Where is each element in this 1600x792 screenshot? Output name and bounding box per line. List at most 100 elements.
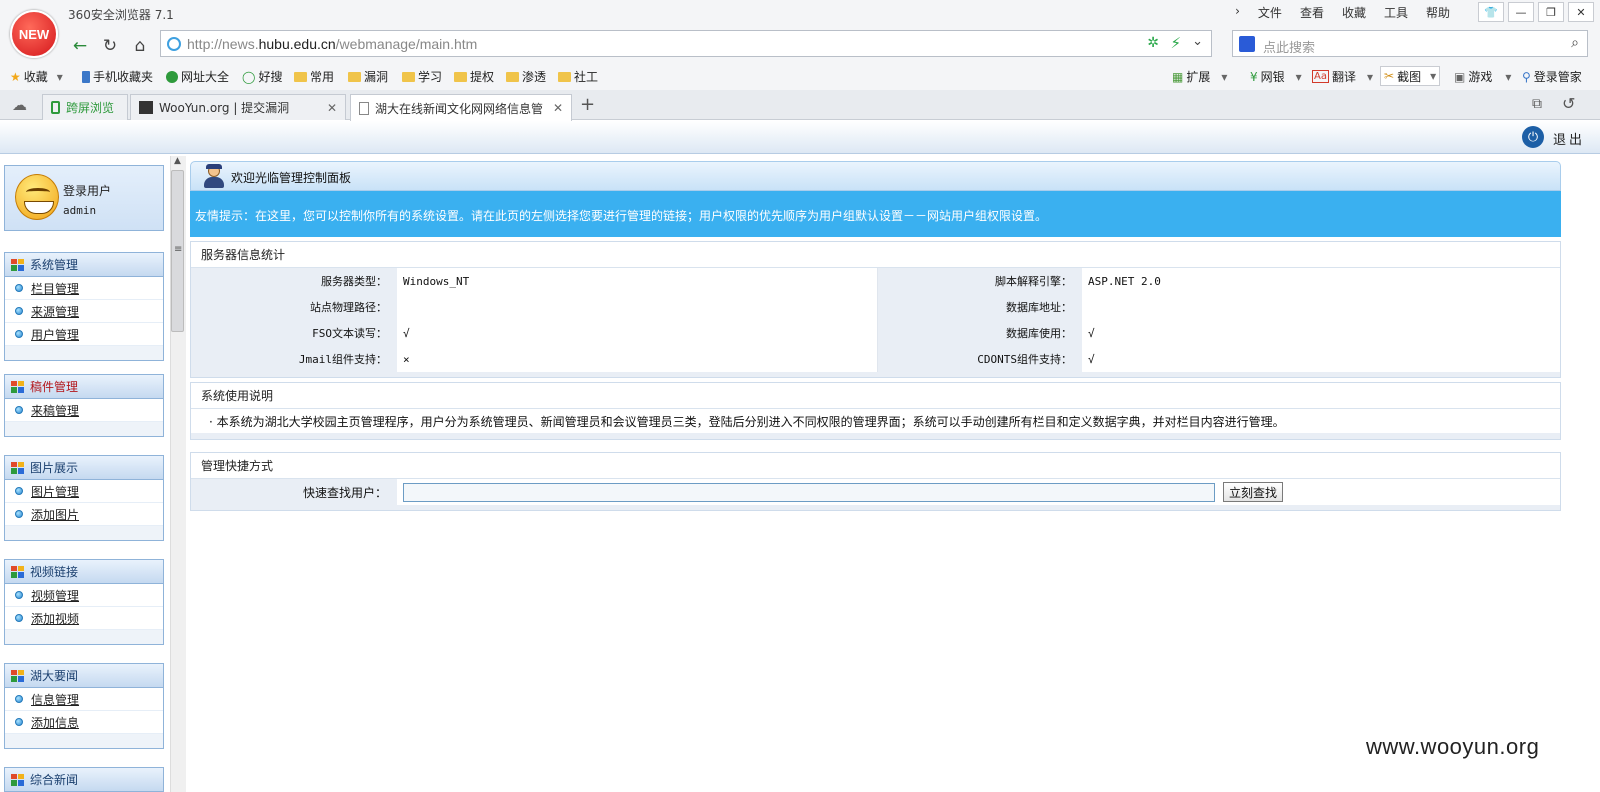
sidebar-section-header[interactable]: 综合新闻 [5,768,163,792]
tab-hubu[interactable]: 湖大在线新闻文化网网络信息管 ✕ [350,94,572,121]
toolbar-extensions[interactable]: ▦ 扩展 ▾ [1172,68,1227,85]
menu-view[interactable]: 查看 [1300,4,1324,21]
panel-title: 服务器信息统计 [191,242,1560,268]
back-arrow-icon[interactable]: ← [68,34,92,58]
bookmark-folder-pentest[interactable]: 渗透 [506,68,546,85]
chevron-down-icon[interactable]: ▾ [1221,70,1227,84]
tab-cross-screen[interactable]: 跨屏浏览 [42,94,128,120]
tip-bar: 友情提示：在这里，您可以控制你所有的系统设置。请在此页的左侧选择您要进行管理的链… [190,191,1561,237]
refresh-icon[interactable]: ↻ [98,34,122,58]
bookmark-favorites[interactable]: ★ 收藏 ▾ [10,68,63,85]
site-icon [167,37,181,51]
key-icon: ⚲ [1522,69,1531,84]
toolbar-translate[interactable]: Aa 翻译 ▾ [1312,68,1373,85]
tab-wooyun[interactable]: WooYun.org | 提交漏洞 ✕ [130,94,346,120]
table-row: FSO文本读写： √ 数据库使用： √ [191,320,1560,346]
bookmark-folder-common[interactable]: 常用 [294,68,334,85]
chevron-down-icon[interactable]: ⌄ [1192,34,1203,49]
sidebar-section-general-news: 综合新闻 [4,767,164,792]
bookmark-folder-social[interactable]: 社工 [558,68,598,85]
logout-link[interactable]: 退出 [1553,129,1585,148]
skin-icon[interactable]: 👕 [1478,2,1504,22]
search-icon[interactable]: ⌕ [1571,35,1579,51]
game-icon: ▣ [1454,69,1466,84]
sidebar: 登录用户 admin 系统管理 栏目管理 来源管理 用户管理 稿件管理 来稿管理… [0,156,186,792]
bullet-icon [15,695,23,703]
user-search-input[interactable] [403,482,1215,502]
toolbar-login-manager[interactable]: ⚲ 登录管家 [1522,68,1582,85]
scroll-up-icon[interactable]: ▲ [174,156,181,166]
cloud-icon[interactable]: ☁ [12,96,27,114]
restore-tabs-icon[interactable]: ⧉ [1532,96,1542,112]
sidebar-section-header[interactable]: 图片展示 [5,456,163,480]
sidebar-item-add-image[interactable]: 添加图片 [5,503,163,526]
toolbar-games[interactable]: ▣ 游戏 ▾ [1454,68,1511,85]
search-now-button[interactable]: 立刻查找 [1223,482,1284,502]
panel-title: 管理快捷方式 [191,453,1560,479]
sidebar-item-source-mgmt[interactable]: 来源管理 [5,300,163,323]
bookmark-folder-privesc[interactable]: 提权 [454,68,494,85]
table-row: 服务器类型： Windows_NT 脚本解释引擎： ASP.NET 2.0 [191,268,1560,294]
bookmark-haosou[interactable]: ◯ 好搜 [242,68,282,85]
chevron-down-icon[interactable]: ▾ [57,70,63,84]
search-icon: ◯ [242,69,256,84]
menu-tools[interactable]: 工具 [1384,4,1408,21]
sidebar-item-video-mgmt[interactable]: 视频管理 [5,584,163,607]
speed-icon[interactable]: ✲ [1147,35,1159,51]
grid-icon [11,258,24,271]
bookmark-folder-vuln[interactable]: 漏洞 [348,68,388,85]
chevron-down-icon[interactable]: ▾ [1367,70,1373,84]
close-icon[interactable]: ✕ [327,101,337,115]
page-icon [359,101,369,115]
sidebar-item-column-mgmt[interactable]: 栏目管理 [5,277,163,300]
sidebar-item-add-info[interactable]: 添加信息 [5,711,163,734]
url-text[interactable]: http://news.hubu.edu.cn/webmanage/main.h… [187,36,477,52]
watermark: www.wooyun.org [1366,734,1540,759]
menu-favorites[interactable]: 收藏 [1342,4,1366,21]
chevron-down-icon[interactable]: ▾ [1296,70,1302,84]
close-icon[interactable]: ✕ [553,101,563,115]
toolbar-bank[interactable]: ¥ 网银 ▾ [1250,68,1302,85]
sidebar-item-info-mgmt[interactable]: 信息管理 [5,688,163,711]
menu-help[interactable]: 帮助 [1426,4,1450,21]
table-row: Jmail组件支持： × CDONTS组件支持： √ [191,346,1560,372]
chevron-down-icon[interactable]: ▾ [1430,69,1436,83]
sidebar-section-header[interactable]: 湖大要闻 [5,664,163,688]
sidebar-item-image-mgmt[interactable]: 图片管理 [5,480,163,503]
sidebar-section-hubu-news: 湖大要闻 信息管理 添加信息 [4,663,164,749]
bullet-icon [15,591,23,599]
sidebar-section-header[interactable]: 视频链接 [5,560,163,584]
sidebar-section-header[interactable]: 系统管理 [5,253,163,277]
search-input[interactable]: 点此搜索 [1263,37,1315,56]
baidu-icon[interactable] [1239,36,1255,52]
sidebar-item-submissions[interactable]: 来稿管理 [5,399,163,422]
web-icon [166,70,178,83]
quick-panel: 管理快捷方式 快速查找用户： 立刻查找 [190,452,1561,511]
minimize-button[interactable]: — [1508,2,1534,22]
lightning-icon[interactable]: ⚡ [1170,34,1181,52]
maximize-button[interactable]: ❐ [1538,2,1564,22]
menu-arrow-icon[interactable]: › [1235,4,1240,21]
sidebar-item-user-mgmt[interactable]: 用户管理 [5,323,163,346]
check-icon: √ [397,320,878,346]
browser-logo[interactable]: NEW [10,10,58,58]
bookmark-folder-study[interactable]: 学习 [402,68,442,85]
power-icon[interactable]: ⏻ [1522,126,1544,148]
close-button[interactable]: ✕ [1568,2,1594,22]
grid-icon: ▦ [1172,69,1184,84]
undo-close-icon[interactable]: ↺ [1562,94,1575,113]
resize-grip-icon[interactable]: ≡ [174,244,182,255]
toolbar-screenshot[interactable]: ✂ 截图 ▾ [1380,66,1441,86]
menu-file[interactable]: 文件 [1258,4,1282,21]
bookmark-directory[interactable]: 网址大全 [166,68,229,85]
search-box[interactable]: 点此搜索 ⌕ [1232,30,1588,57]
sidebar-item-add-video[interactable]: 添加视频 [5,607,163,630]
home-icon[interactable]: ⌂ [128,34,152,58]
sidebar-section-header[interactable]: 稿件管理 [5,375,163,399]
chevron-down-icon[interactable]: ▾ [1505,70,1511,84]
bullet-icon [15,487,23,495]
sidebar-section-manuscripts: 稿件管理 来稿管理 [4,374,164,437]
new-tab-button[interactable]: + [580,94,595,115]
address-bar[interactable]: http://news.hubu.edu.cn/webmanage/main.h… [160,30,1212,57]
bookmark-mobile[interactable]: 手机收藏夹 [82,68,153,85]
